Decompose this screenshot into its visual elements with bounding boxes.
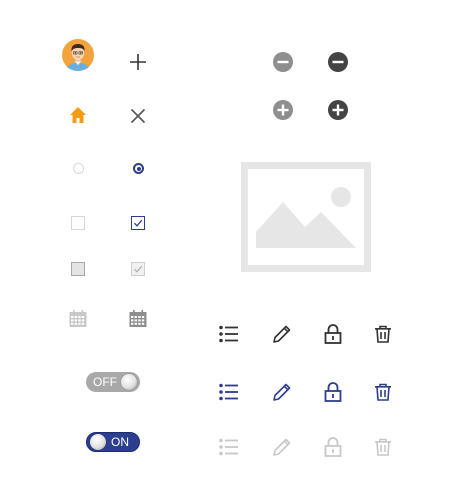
checkbox-disabled [71,262,85,276]
checkmark-icon [134,265,143,273]
radio-unselected[interactable] [73,163,84,174]
pencil-icon[interactable] [272,324,292,344]
list-icon[interactable] [219,325,239,343]
list-icon[interactable] [219,383,239,401]
user-avatar-icon[interactable] [62,39,94,71]
home-icon[interactable] [69,106,87,124]
toggle-on-label: ON [111,435,129,449]
plus-icon[interactable] [129,53,147,71]
trash-icon[interactable] [374,383,392,401]
minus-circle-icon[interactable] [328,52,348,72]
close-icon[interactable] [130,108,146,124]
toggle-off-label: OFF [93,375,117,389]
toggle-knob [90,434,106,450]
plus-circle-icon[interactable] [328,100,348,120]
minus-circle-icon[interactable] [273,52,293,72]
trash-icon[interactable] [374,325,392,343]
calendar-icon [69,310,87,327]
checkmark-icon [134,219,143,227]
list-icon [219,438,239,456]
toggle-off[interactable]: OFF [86,372,140,392]
plus-circle-icon[interactable] [273,100,293,120]
checkbox-disabled-checked [131,262,145,276]
pencil-icon [272,437,292,457]
pencil-icon[interactable] [272,382,292,402]
calendar-icon[interactable] [129,310,147,327]
lock-icon[interactable] [324,324,342,344]
radio-selected[interactable] [133,163,144,174]
trash-icon [374,438,392,456]
toggle-on[interactable]: ON [86,432,140,452]
lock-icon [324,437,342,457]
toggle-knob [121,374,137,390]
checkbox-empty[interactable] [71,216,85,230]
lock-icon[interactable] [324,382,342,402]
image-placeholder-icon [241,162,371,272]
checkbox-checked[interactable] [131,216,145,230]
